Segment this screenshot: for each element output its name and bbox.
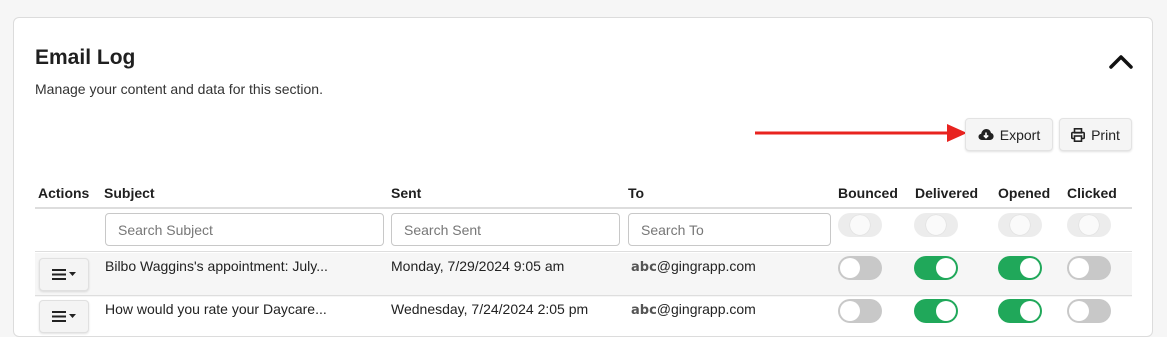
clicked-toggle[interactable] bbox=[1067, 256, 1111, 280]
export-button[interactable]: Export bbox=[965, 118, 1053, 151]
cloud-download-icon bbox=[978, 129, 994, 140]
row-to: abc@gingrapp.com bbox=[631, 258, 756, 275]
section-subtitle: Manage your content and data for this se… bbox=[35, 81, 323, 97]
row-subject[interactable]: Bilbo Waggins's appointment: July... bbox=[105, 258, 328, 274]
export-label: Export bbox=[999, 126, 1041, 143]
column-header-subject[interactable]: Subject bbox=[104, 185, 155, 201]
column-header-to[interactable]: To bbox=[628, 185, 644, 201]
section-title: Email Log bbox=[35, 46, 136, 69]
bounced-filter-toggle[interactable] bbox=[838, 213, 882, 237]
opened-toggle[interactable] bbox=[998, 256, 1042, 280]
print-label: Print bbox=[1091, 126, 1120, 143]
row-sent: Monday, 7/29/2024 9:05 am bbox=[391, 258, 565, 274]
redacted-prefix: abc bbox=[631, 260, 657, 275]
row-divider bbox=[35, 251, 1132, 252]
search-sent-input[interactable] bbox=[391, 213, 620, 246]
hamburger-menu-icon bbox=[52, 311, 66, 322]
email-domain: @gingrapp.com bbox=[656, 258, 756, 274]
caret-down-icon bbox=[69, 272, 76, 276]
redacted-prefix: abc bbox=[631, 303, 657, 318]
column-header-delivered[interactable]: Delivered bbox=[915, 185, 978, 201]
chevron-up-icon[interactable] bbox=[1108, 52, 1134, 70]
row-actions-button[interactable] bbox=[39, 300, 89, 333]
delivered-filter-toggle[interactable] bbox=[914, 213, 958, 237]
hamburger-menu-icon bbox=[52, 269, 66, 280]
opened-filter-toggle[interactable] bbox=[998, 213, 1042, 237]
clicked-toggle[interactable] bbox=[1067, 299, 1111, 323]
email-log-card: Email Log Manage your content and data f… bbox=[13, 17, 1153, 337]
row-to: abc@gingrapp.com bbox=[631, 301, 756, 318]
printer-icon bbox=[1071, 127, 1086, 142]
column-header-actions: Actions bbox=[38, 185, 90, 201]
clicked-filter-toggle[interactable] bbox=[1067, 213, 1111, 237]
column-header-clicked[interactable]: Clicked bbox=[1067, 185, 1117, 201]
search-subject-input[interactable] bbox=[105, 213, 384, 246]
search-to-input[interactable] bbox=[628, 213, 831, 246]
bounced-toggle[interactable] bbox=[838, 299, 882, 323]
column-header-opened[interactable]: Opened bbox=[998, 185, 1050, 201]
column-header-bounced[interactable]: Bounced bbox=[838, 185, 898, 201]
column-header-sent[interactable]: Sent bbox=[391, 185, 421, 201]
opened-toggle[interactable] bbox=[998, 299, 1042, 323]
print-button[interactable]: Print bbox=[1059, 118, 1132, 151]
annotation-arrow bbox=[755, 124, 967, 142]
row-divider bbox=[35, 295, 1132, 296]
bounced-toggle[interactable] bbox=[838, 256, 882, 280]
delivered-toggle[interactable] bbox=[914, 299, 958, 323]
delivered-toggle[interactable] bbox=[914, 256, 958, 280]
row-actions-button[interactable] bbox=[39, 258, 89, 291]
header-divider bbox=[35, 207, 1132, 209]
